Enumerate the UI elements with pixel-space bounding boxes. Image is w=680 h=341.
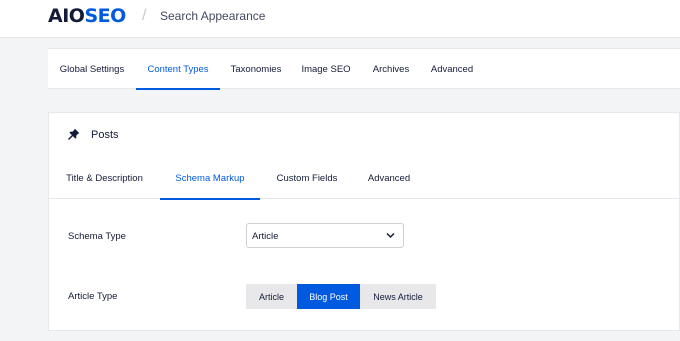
tab-taxonomies[interactable]: Taxonomies <box>220 49 292 89</box>
schema-type-value: Article <box>252 231 279 242</box>
article-type-option-article[interactable]: Article <box>246 284 297 309</box>
schema-type-select[interactable]: Article <box>246 223 404 248</box>
article-type-option-blog-post[interactable]: Blog Post <box>297 284 360 309</box>
tab-content-types[interactable]: Content Types <box>136 49 220 90</box>
pin-icon <box>68 128 80 140</box>
tab-archives[interactable]: Archives <box>360 49 422 89</box>
schema-type-label: Schema Type <box>68 231 126 242</box>
logo-text: AIOSEO <box>48 5 126 27</box>
tab-advanced-settings[interactable]: Advanced <box>354 157 424 199</box>
tab-image-seo[interactable]: Image SEO <box>292 49 360 89</box>
tab-global-settings[interactable]: Global Settings <box>48 49 136 89</box>
card-title: Posts <box>91 129 119 141</box>
top-bar: AIOSEO / Search Appearance <box>0 0 680 38</box>
sub-tabs: Title & Description Schema Markup Custom… <box>49 157 679 200</box>
tab-custom-fields[interactable]: Custom Fields <box>260 157 354 199</box>
breadcrumb-separator: / <box>142 7 147 24</box>
page-title: Search Appearance <box>160 9 266 23</box>
main-tabs: Global Settings Content Types Taxonomies… <box>48 48 680 90</box>
article-type-label: Article Type <box>68 291 118 302</box>
tab-advanced[interactable]: Advanced <box>422 49 482 89</box>
posts-card: Posts Title & Description Schema Markup … <box>48 112 680 331</box>
chevron-down-icon <box>386 232 395 239</box>
card-header: Posts <box>49 113 679 157</box>
tab-schema-markup[interactable]: Schema Markup <box>160 157 260 200</box>
tab-title-description[interactable]: Title & Description <box>49 157 160 199</box>
article-type-option-news-article[interactable]: News Article <box>360 284 436 309</box>
aioseo-logo[interactable]: AIOSEO <box>48 5 126 27</box>
